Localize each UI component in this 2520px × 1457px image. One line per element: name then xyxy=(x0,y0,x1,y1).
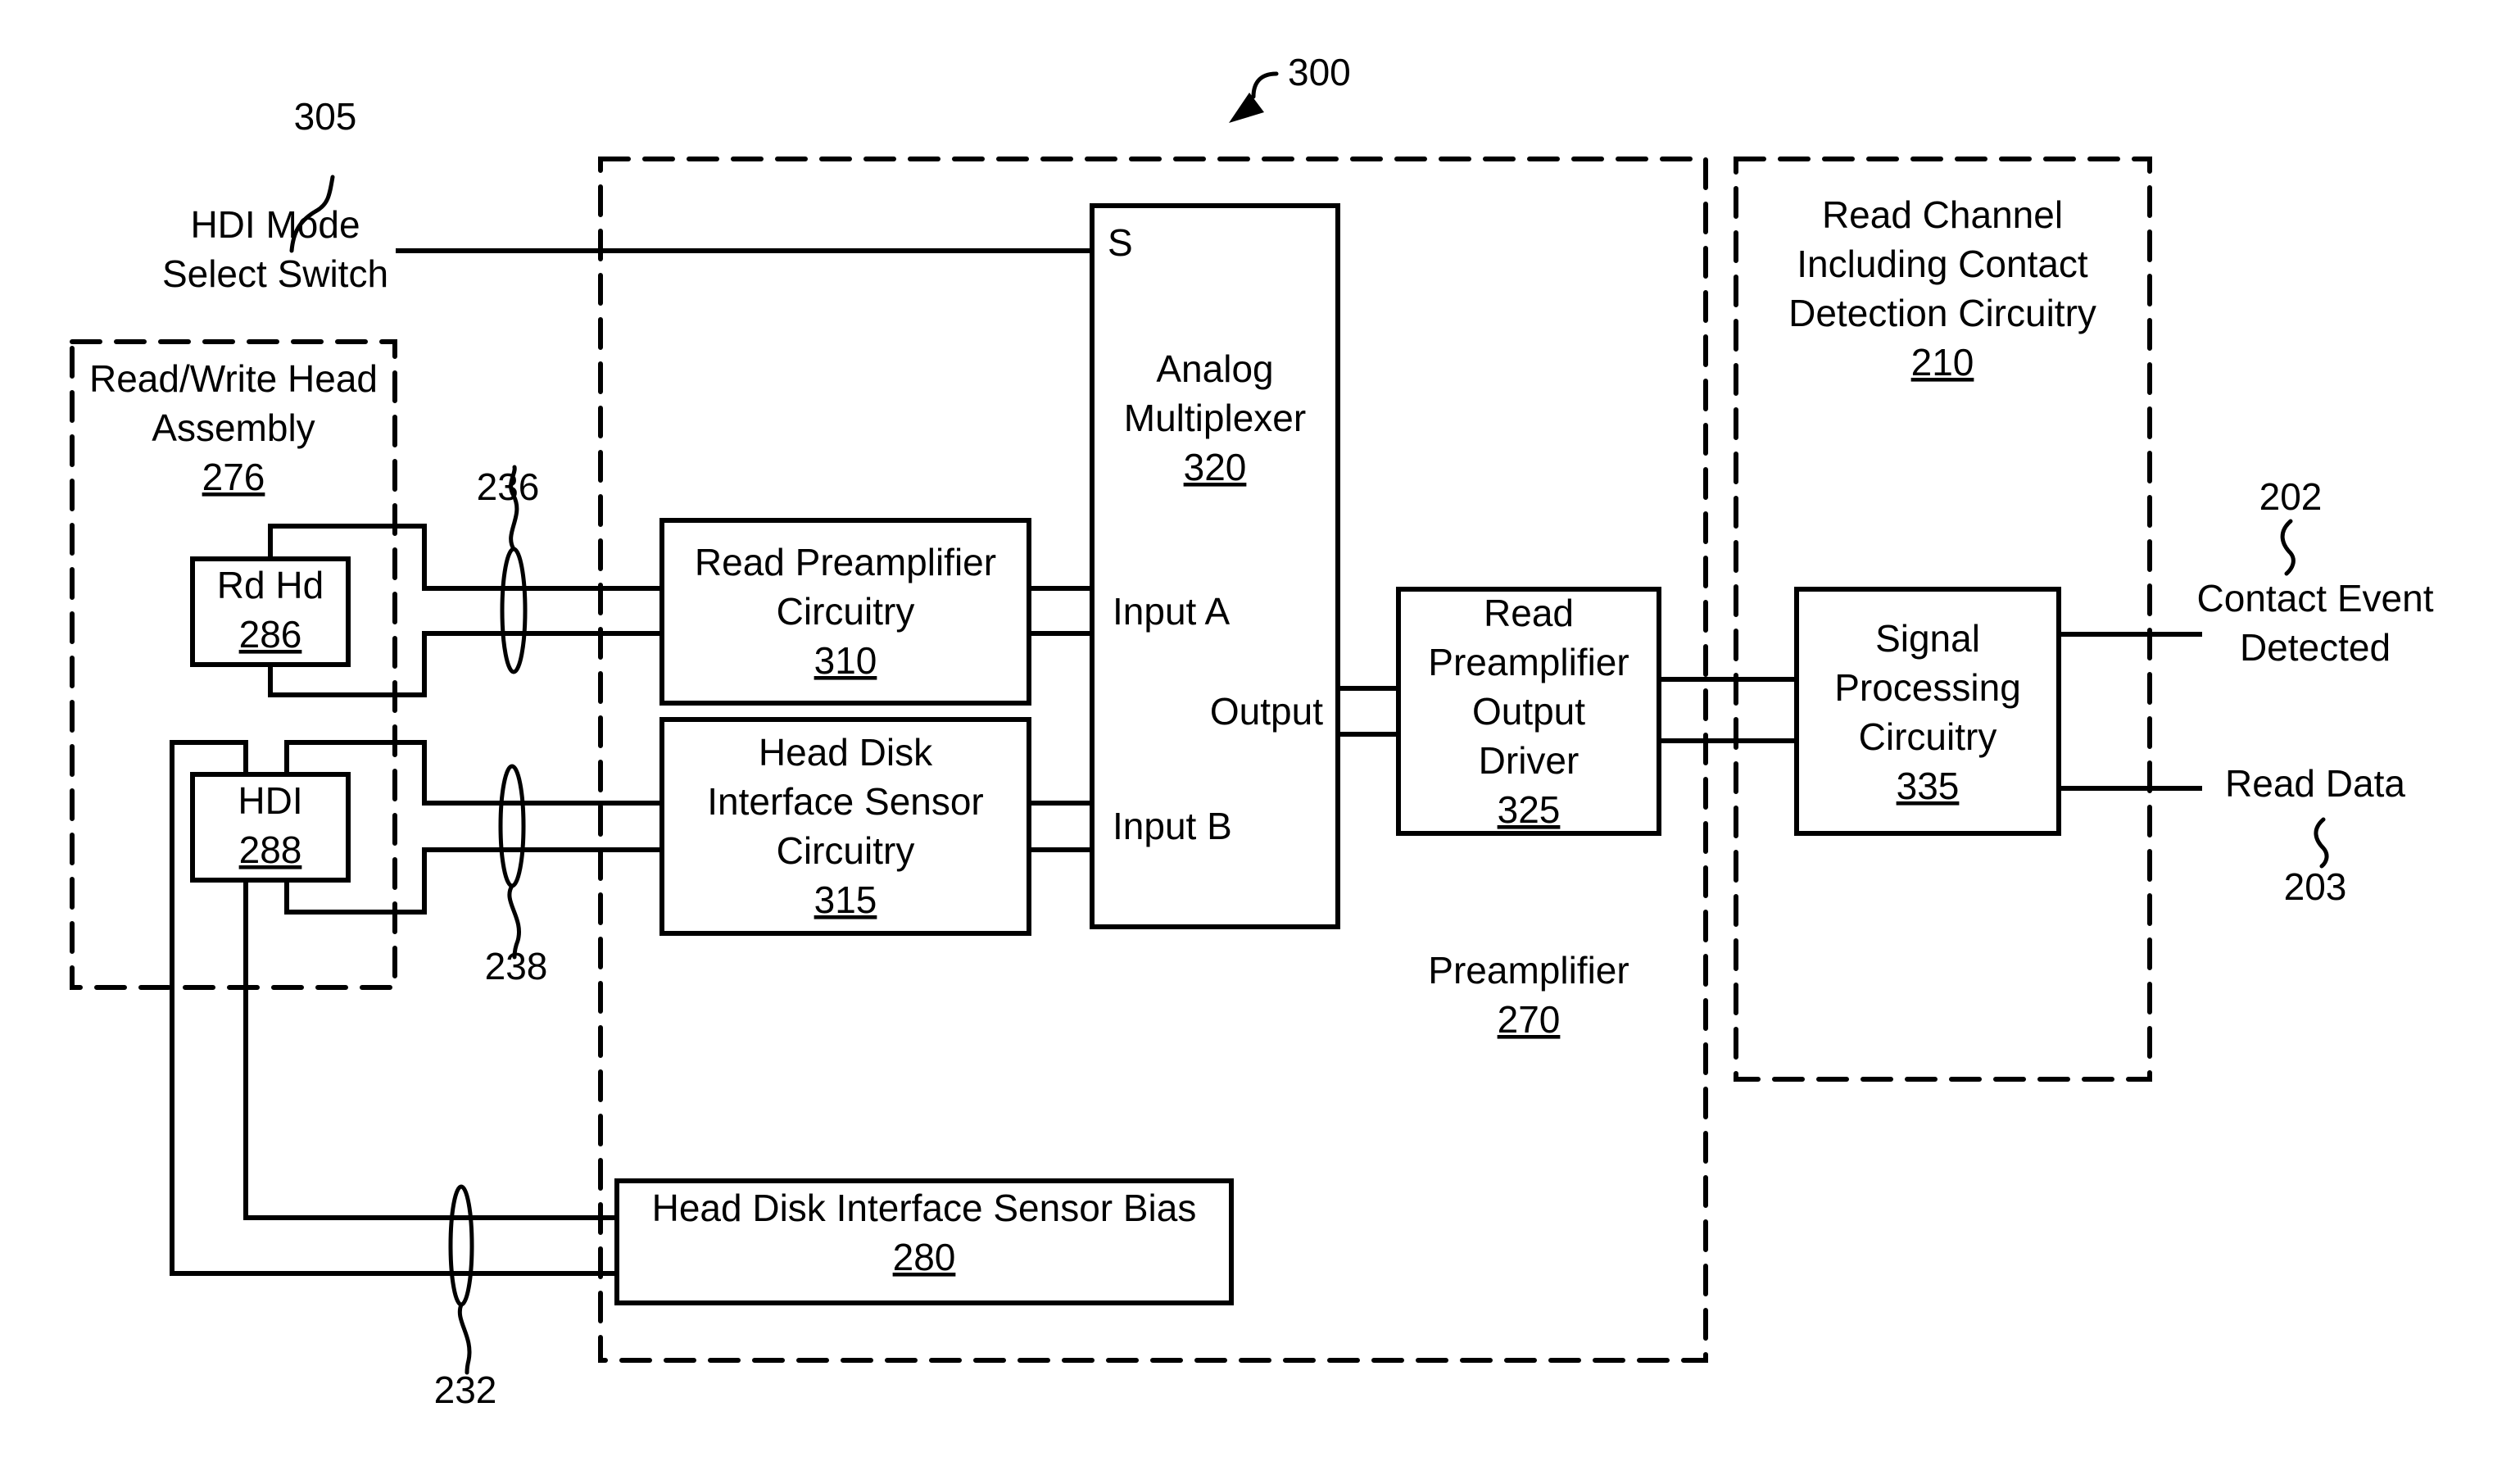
read-channel-label-1: Read Channel xyxy=(1822,193,2063,236)
bus-marker-232 xyxy=(448,1184,474,1375)
driver-label-1: Read xyxy=(1484,592,1574,634)
ref-236: 236 xyxy=(477,465,540,508)
read-preamp-ref: 310 xyxy=(814,639,877,682)
figure-ref-300: 300 xyxy=(1229,51,1351,123)
mux-label-2: Multiplexer xyxy=(1124,397,1306,439)
hdi-label: HDI xyxy=(238,779,302,822)
mode-switch-label-2: Select Switch xyxy=(162,252,388,295)
read-preamp-label-1: Read Preamplifier xyxy=(695,541,996,583)
figure-ref-label: 300 xyxy=(1288,51,1351,93)
mux-input-b: Input B xyxy=(1113,805,1232,847)
sp-label-3: Circuitry xyxy=(1859,715,1997,758)
driver-label-2: Preamplifier xyxy=(1428,641,1629,683)
ref-203: 203 xyxy=(2284,865,2347,908)
rw-head-title-2: Assembly xyxy=(152,406,315,449)
contact-event-label-2: Detected xyxy=(2240,626,2391,669)
hdi-sensor-label-2: Interface Sensor xyxy=(707,780,984,823)
read-data-label: Read Data xyxy=(2225,762,2405,805)
hdi-sensor-label-3: Circuitry xyxy=(777,829,915,872)
ref-232: 232 xyxy=(434,1368,497,1411)
rw-head-title-1: Read/Write Head xyxy=(89,357,378,400)
preamplifier-ref: 270 xyxy=(1498,998,1561,1041)
mux-output: Output xyxy=(1210,690,1323,733)
ref-202: 202 xyxy=(2259,475,2323,518)
rw-head-ref: 276 xyxy=(202,456,265,498)
preamplifier-label: Preamplifier xyxy=(1428,949,1629,992)
arrowhead-icon xyxy=(1229,93,1264,123)
contact-event-label-1: Contact Event xyxy=(2197,577,2434,620)
mux-select-label: S xyxy=(1108,221,1133,264)
rd-hd-ref: 286 xyxy=(239,613,302,656)
mode-switch-label-1: HDI Mode xyxy=(190,203,360,246)
sp-label-1: Signal xyxy=(1875,617,1980,660)
sp-label-2: Processing xyxy=(1834,666,2021,709)
bus-marker-238 xyxy=(498,764,526,960)
mux-label-1: Analog xyxy=(1156,347,1273,390)
read-channel-label-2: Including Contact xyxy=(1797,243,2088,285)
rd-hd-label: Rd Hd xyxy=(217,564,324,606)
ref-305: 305 xyxy=(294,95,357,138)
hdi-sensor-ref: 315 xyxy=(814,878,877,921)
mux-input-a: Input A xyxy=(1113,590,1231,633)
figure-ref-arrow-icon xyxy=(1251,71,1279,99)
ref-203-squiggle xyxy=(2314,817,2329,869)
bias-label: Head Disk Interface Sensor Bias xyxy=(652,1187,1197,1229)
driver-label-4: Driver xyxy=(1479,739,1580,782)
block-diagram: 300 305 HDI Mode Select Switch Read/Writ… xyxy=(70,51,2434,1411)
read-channel-ref: 210 xyxy=(1911,341,1974,384)
driver-ref: 325 xyxy=(1498,788,1561,831)
bias-ref: 280 xyxy=(893,1236,956,1278)
sp-ref: 335 xyxy=(1897,765,1960,807)
hdi-ref: 288 xyxy=(239,828,302,871)
ref-238: 238 xyxy=(485,945,548,987)
driver-label-3: Output xyxy=(1472,690,1585,733)
read-channel-label-3: Detection Circuitry xyxy=(1788,292,2096,334)
ref-202-squiggle xyxy=(2280,519,2296,576)
read-preamp-label-2: Circuitry xyxy=(777,590,915,633)
mux-ref: 320 xyxy=(1184,446,1247,488)
hdi-sensor-label-1: Head Disk xyxy=(759,731,933,774)
